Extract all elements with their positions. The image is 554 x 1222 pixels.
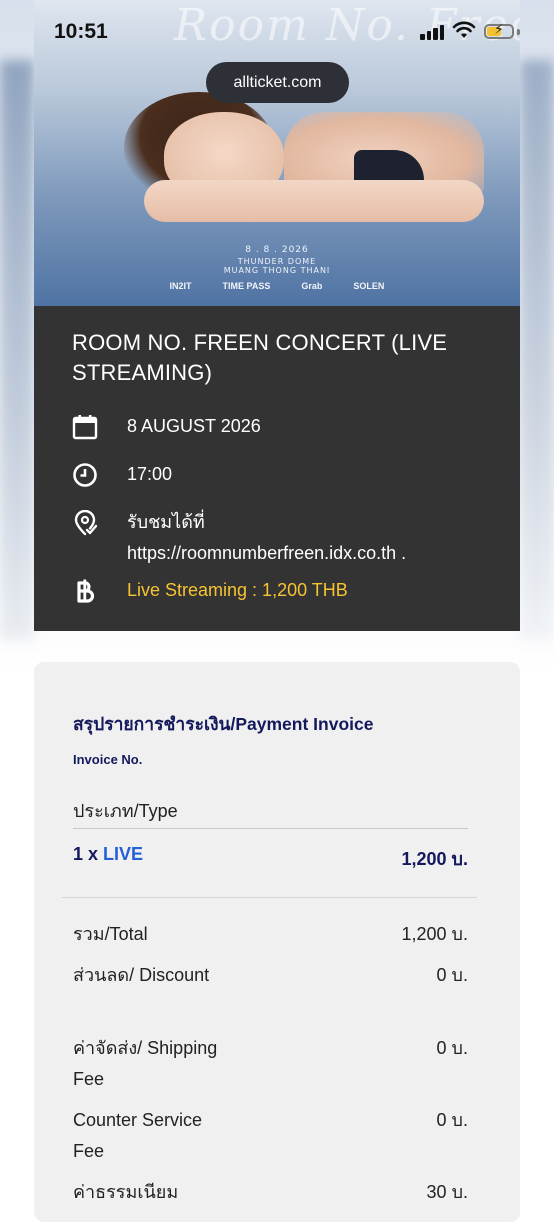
sponsor-logo: TIME PASS: [222, 281, 271, 291]
poster-date-text: 8 . 8 . 2026 THUNDER DOME MUANG THONG TH…: [223, 245, 331, 276]
background-blur-left: [0, 60, 34, 640]
clock-icon: [73, 463, 97, 487]
summary-value: 0 บ.: [436, 1038, 468, 1058]
invoice-item: 1 x LIVE: [73, 844, 143, 873]
sponsor-logo: Grab: [301, 281, 323, 291]
poster-sponsor-logos: IN2IT TIME PASS Grab SOLEN: [34, 281, 520, 291]
calendar-icon: [72, 415, 98, 440]
event-date: 8 AUGUST 2026: [127, 416, 261, 436]
background-blur-right: [520, 60, 554, 640]
invoice-number-label: Invoice No.: [73, 752, 143, 767]
cellular-signal-icon: [420, 24, 446, 40]
summary-value: 0 บ.: [436, 1110, 468, 1130]
summary-row-fee: ค่าธรรมเนียม 30 บ.: [73, 1177, 468, 1208]
summary-label: ค่าธรรมเนียม: [73, 1182, 179, 1202]
summary-row-counter-fee: Counter Service Fee 0 บ.: [73, 1105, 468, 1167]
invoice-title: สรุปรายการชำระเงิน/Payment Invoice: [73, 714, 374, 734]
payment-invoice-card: สรุปรายการชำระเงิน/Payment Invoice Invoi…: [34, 662, 520, 1222]
event-venue-link[interactable]: https://roomnumberfreen.idx.co.th .: [127, 538, 406, 569]
event-time-row: 17:00: [72, 462, 172, 490]
status-bar: 10:51 ⚡: [0, 0, 554, 62]
divider: [62, 897, 477, 898]
event-time: 17:00: [127, 464, 173, 484]
divider: [73, 828, 468, 829]
wifi-icon: [452, 21, 476, 38]
event-venue: รับชมได้ที่ https://roomnumberfreen.idx.…: [127, 507, 406, 569]
summary-value: 1,200 บ.: [401, 924, 468, 944]
event-date-row: 8 AUGUST 2026: [72, 414, 261, 442]
location-pin-icon: [74, 510, 98, 536]
item-amount: 1,200 บ.: [401, 849, 468, 869]
event-info-card: ROOM NO. FREEN CONCERT (LIVE STREAMING) …: [34, 306, 520, 631]
baht-icon: [77, 579, 95, 603]
type-label: ประเภท/Type: [73, 801, 178, 821]
event-venue-row: รับชมได้ที่ https://roomnumberfreen.idx.…: [72, 507, 406, 569]
event-price-row: Live Streaming : 1,200 THB: [72, 578, 348, 606]
summary-value: 0 บ.: [436, 965, 468, 985]
summary-row-shipping: ค่าจัดส่ง/ Shipping Fee 0 บ.: [73, 1033, 468, 1095]
summary-row-total: รวม/Total 1,200 บ.: [73, 919, 468, 950]
event-venue-label: รับชมได้ที่: [127, 512, 205, 532]
summary-row-discount: ส่วนลด/ Discount 0 บ.: [73, 960, 468, 991]
sponsor-logo: IN2IT: [169, 281, 192, 291]
charging-bolt-icon: ⚡: [494, 22, 504, 38]
summary-label: ส่วนลด/ Discount: [73, 965, 210, 985]
summary-value: 30 บ.: [426, 1182, 468, 1202]
event-title: ROOM NO. FREEN CONCERT (LIVE STREAMING): [72, 330, 448, 385]
summary-label: รวม/Total: [73, 924, 148, 944]
poster-figure-arms: [144, 180, 484, 222]
event-price: Live Streaming : 1,200 THB: [127, 580, 348, 600]
summary-label: Counter Service Fee: [73, 1110, 203, 1161]
sponsor-logo: SOLEN: [353, 281, 385, 291]
item-name: LIVE: [103, 844, 144, 864]
item-quantity: 1 x: [73, 844, 104, 864]
invoice-item-row: 1 x LIVE 1,200 บ.: [73, 844, 468, 873]
status-time: 10:51: [54, 20, 108, 43]
summary-label: ค่าจัดส่ง/ Shipping Fee: [73, 1038, 218, 1089]
url-bar[interactable]: allticket.com: [206, 62, 349, 103]
battery-cap: [517, 29, 520, 35]
